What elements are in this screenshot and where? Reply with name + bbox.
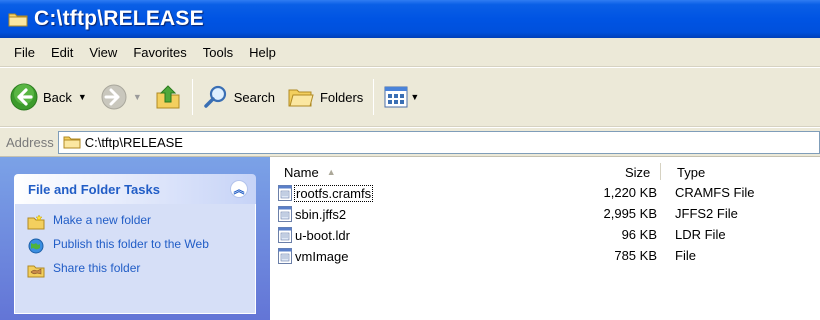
task-label: Make a new folder — [53, 213, 152, 227]
file-size: 785 KB — [614, 248, 657, 263]
toolbar-separator — [373, 79, 375, 115]
file-type: CRAMFS File — [675, 185, 755, 200]
file-name: vmImage — [295, 248, 349, 264]
toolbar-separator — [191, 79, 193, 115]
forward-button[interactable]: ▼ — [97, 77, 146, 117]
task-publish-web[interactable]: Publish this folder to the Web — [27, 238, 255, 254]
file-row[interactable]: u-boot.ldr 96 KB LDR File — [270, 224, 820, 245]
new-folder-icon — [27, 214, 45, 230]
menu-file[interactable]: File — [6, 45, 43, 60]
address-value: C:\tftp\RELEASE — [84, 134, 183, 150]
task-header-title: File and Folder Tasks — [28, 181, 160, 197]
file-row[interactable]: sbin.jffs2 2,995 KB JFFS2 File — [270, 203, 820, 224]
file-type: File — [675, 248, 696, 263]
file-icon — [278, 227, 292, 243]
column-header-name[interactable]: Name ▲ — [284, 163, 336, 181]
file-row[interactable]: rootfs.cramfs 1,220 KB CRAMFS File — [270, 182, 820, 203]
menu-edit[interactable]: Edit — [43, 45, 81, 60]
column-name-label: Name — [284, 164, 319, 180]
file-icon — [278, 185, 292, 201]
file-size: 96 KB — [621, 227, 657, 242]
menu-favorites[interactable]: Favorites — [125, 45, 194, 60]
file-type: LDR File — [675, 227, 726, 242]
column-type-label: Type — [677, 164, 706, 180]
back-dropdown-icon[interactable]: ▼ — [78, 92, 87, 102]
file-name-cell: rootfs.cramfs — [278, 184, 374, 202]
column-header-size[interactable]: Size — [625, 163, 650, 181]
menu-help[interactable]: Help — [241, 45, 284, 60]
file-name-cell: vmImage — [278, 247, 348, 265]
folders-button[interactable]: Folders — [283, 77, 367, 117]
file-name: rootfs.cramfs — [293, 184, 374, 202]
back-label: Back — [43, 89, 72, 105]
task-label: Share this folder — [53, 261, 141, 275]
task-share-folder[interactable]: Share this folder — [27, 262, 255, 278]
publish-web-icon — [28, 238, 44, 254]
folders-icon — [288, 89, 314, 107]
menu-view[interactable]: View — [81, 45, 125, 60]
column-size-label: Size — [625, 164, 651, 180]
share-folder-icon — [27, 265, 45, 278]
task-label: Publish this folder to the Web — [53, 237, 209, 251]
file-size: 2,995 KB — [603, 206, 658, 221]
up-folder-icon — [156, 85, 180, 109]
views-dropdown-icon[interactable]: ▼ — [410, 92, 419, 102]
views-button[interactable]: ▼ — [380, 77, 423, 117]
address-label: Address — [6, 134, 54, 150]
forward-dropdown-icon[interactable]: ▼ — [133, 92, 142, 102]
folder-icon — [63, 136, 81, 149]
address-input[interactable]: C:\tftp\RELEASE — [57, 130, 820, 154]
file-name-cell: sbin.jffs2 — [278, 205, 346, 223]
views-icon — [384, 86, 408, 108]
file-icon — [278, 248, 292, 264]
search-icon — [204, 85, 226, 108]
file-type: JFFS2 File — [675, 206, 738, 221]
task-make-new-folder[interactable]: Make a new folder — [27, 214, 255, 230]
column-divider[interactable] — [660, 163, 661, 180]
title-bar[interactable]: C:\tftp\RELEASE — [0, 0, 820, 38]
menu-bar: File Edit View Favorites Tools Help — [0, 38, 820, 67]
toolbar: Back ▼ ▼ Search Folders ▼ — [0, 68, 820, 127]
back-arrow-icon — [10, 83, 38, 111]
up-folder-button[interactable] — [150, 77, 186, 117]
file-name: u-boot.ldr — [295, 227, 350, 243]
column-header-type[interactable]: Type — [677, 163, 705, 181]
menu-tools[interactable]: Tools — [195, 45, 241, 60]
file-size: 1,220 KB — [603, 185, 658, 200]
task-pane: File and Folder Tasks ︽ Make a new folde… — [0, 157, 270, 320]
folders-label: Folders — [319, 89, 364, 105]
file-name-cell: u-boot.ldr — [278, 226, 350, 244]
collapse-icon[interactable]: ︽ — [230, 180, 248, 198]
back-button[interactable]: Back ▼ — [6, 77, 91, 117]
file-row[interactable]: vmImage 785 KB File — [270, 245, 820, 266]
file-list: Name ▲ Size Type rootfs.cramfs 1,220 KB … — [270, 157, 820, 320]
search-label: Search — [233, 89, 275, 105]
search-button[interactable]: Search — [199, 77, 279, 117]
task-list: Make a new folder Publish this folder to… — [14, 204, 256, 314]
file-folder-tasks-header[interactable]: File and Folder Tasks ︽ — [14, 174, 256, 204]
address-bar: Address C:\tftp\RELEASE — [0, 128, 820, 157]
file-name: sbin.jffs2 — [295, 206, 347, 222]
forward-arrow-icon — [101, 84, 127, 110]
file-icon — [278, 206, 292, 222]
window-title: C:\tftp\RELEASE — [34, 7, 204, 30]
sort-ascending-icon: ▲ — [326, 167, 336, 177]
folder-icon — [8, 13, 28, 27]
